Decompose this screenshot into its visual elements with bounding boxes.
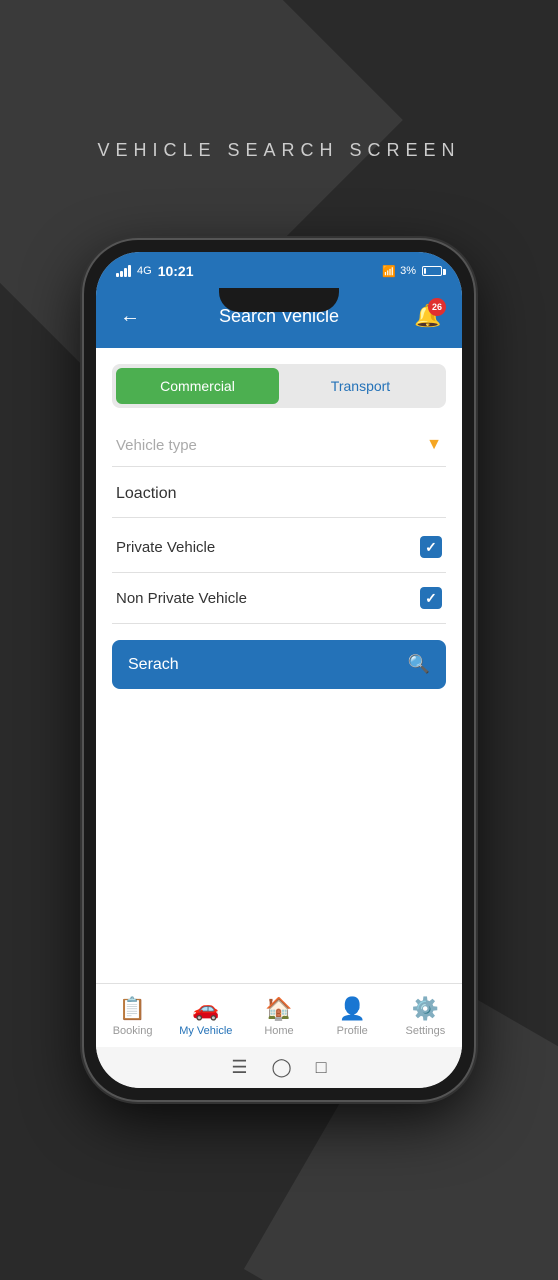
back-gesture-icon: □ bbox=[316, 1057, 327, 1078]
status-bar: 4G 10:21 📶 3% bbox=[96, 252, 462, 288]
booking-label: Booking bbox=[113, 1025, 153, 1037]
home-icon: 🏠 bbox=[265, 996, 292, 1022]
my-vehicle-label: My Vehicle bbox=[179, 1025, 232, 1037]
location-text: Loaction bbox=[116, 485, 177, 502]
status-time: 10:21 bbox=[158, 263, 194, 279]
profile-label: Profile bbox=[337, 1025, 368, 1037]
vehicle-type-placeholder: Vehicle type bbox=[116, 437, 197, 454]
my-vehicle-icon: 🚗 bbox=[192, 996, 219, 1022]
signal-icon bbox=[116, 265, 131, 277]
search-button[interactable]: Serach 🔍 bbox=[112, 640, 446, 689]
private-vehicle-checkbox[interactable] bbox=[420, 536, 442, 558]
notch bbox=[219, 288, 339, 312]
back-button[interactable]: ← bbox=[112, 298, 148, 334]
home-gesture-icon: ◯ bbox=[272, 1057, 292, 1078]
search-button-label: Serach bbox=[128, 656, 179, 674]
settings-icon: ⚙️ bbox=[412, 996, 439, 1022]
main-content: Commercial Transport Vehicle type ▼ Loac… bbox=[96, 348, 462, 983]
gesture-bar: ☰ ◯ □ bbox=[96, 1047, 462, 1088]
bottom-nav: 📋 Booking 🚗 My Vehicle 🏠 Home 👤 Profile … bbox=[96, 983, 462, 1047]
notification-badge: 26 bbox=[428, 298, 446, 316]
private-vehicle-label: Private Vehicle bbox=[116, 539, 215, 556]
nav-my-vehicle[interactable]: 🚗 My Vehicle bbox=[169, 992, 242, 1041]
tab-commercial[interactable]: Commercial bbox=[116, 368, 279, 404]
profile-icon: 👤 bbox=[339, 996, 366, 1022]
battery-icon bbox=[422, 266, 442, 276]
notification-button[interactable]: 🔔 26 bbox=[410, 298, 446, 334]
non-private-vehicle-row[interactable]: Non Private Vehicle bbox=[112, 573, 446, 624]
screen-label: VEHICLE SEARCH SCREEN bbox=[97, 140, 460, 161]
status-icons: 📶 3% bbox=[382, 265, 442, 278]
battery-percent: 3% bbox=[400, 265, 416, 277]
nav-settings[interactable]: ⚙️ Settings bbox=[389, 992, 462, 1041]
location-row[interactable]: Loaction bbox=[112, 471, 446, 518]
settings-label: Settings bbox=[406, 1025, 446, 1037]
menu-gesture-icon: ☰ bbox=[231, 1057, 247, 1078]
non-private-vehicle-checkbox[interactable] bbox=[420, 587, 442, 609]
nav-home[interactable]: 🏠 Home bbox=[242, 992, 315, 1041]
nav-booking[interactable]: 📋 Booking bbox=[96, 992, 169, 1041]
phone-screen: 4G 10:21 📶 3% ← Search Vehicle 🔔 26 bbox=[96, 252, 462, 1088]
network-label: 4G bbox=[137, 265, 152, 277]
tab-transport[interactable]: Transport bbox=[279, 368, 442, 404]
tab-switcher: Commercial Transport bbox=[112, 364, 446, 408]
search-button-icon: 🔍 bbox=[408, 654, 430, 675]
dropdown-arrow-icon: ▼ bbox=[426, 436, 442, 454]
nav-profile[interactable]: 👤 Profile bbox=[316, 992, 389, 1041]
non-private-vehicle-label: Non Private Vehicle bbox=[116, 590, 247, 607]
vehicle-type-dropdown[interactable]: Vehicle type ▼ bbox=[112, 424, 446, 467]
wifi-icon: 📶 bbox=[382, 265, 396, 278]
booking-icon: 📋 bbox=[119, 996, 146, 1022]
private-vehicle-row[interactable]: Private Vehicle bbox=[112, 522, 446, 573]
home-label: Home bbox=[264, 1025, 293, 1037]
phone-shell: 4G 10:21 📶 3% ← Search Vehicle 🔔 26 bbox=[84, 240, 474, 1100]
